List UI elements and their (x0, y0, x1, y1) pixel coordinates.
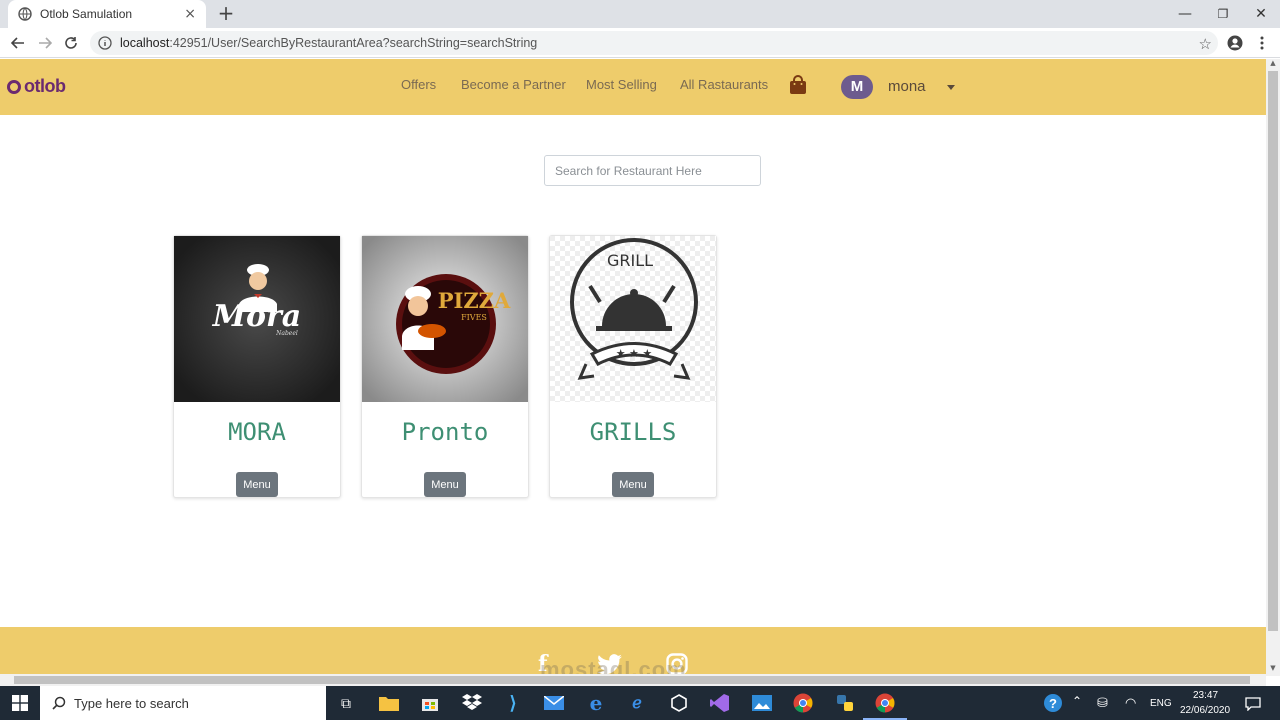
clock-time[interactable]: 23:47 (1193, 690, 1218, 701)
globe-icon (18, 7, 32, 21)
chrome-active-icon[interactable] (863, 690, 907, 720)
taskbar-search-box[interactable]: Type here to search (40, 686, 326, 720)
clock-date[interactable]: 22/06/2020 (1180, 705, 1230, 716)
network-drive-icon[interactable]: ⛁ (1097, 695, 1108, 711)
svg-text:PIZZA: PIZZA (438, 288, 511, 313)
url-bar[interactable]: localhost:42951/User/SearchByRestaurantA… (90, 31, 1218, 55)
username-label[interactable]: mona (888, 78, 926, 95)
visual-studio-code-icon[interactable]: ⟩ (500, 690, 526, 716)
notification-icon[interactable] (1240, 691, 1266, 717)
menu-button-pronto[interactable]: Menu (424, 472, 466, 497)
restaurant-logo-mora: Mora Nabeel (174, 236, 340, 402)
taskbar-search-placeholder: Type here to search (74, 695, 189, 711)
horizontal-scrollbar[interactable] (0, 674, 1266, 686)
site-navbar: otlob Offers Become a Partner Most Selli… (0, 59, 1266, 115)
profile-button[interactable] (1225, 33, 1245, 53)
chrome-icon[interactable] (790, 690, 816, 716)
arrow-right-icon (39, 37, 52, 49)
svg-text:?: ? (1049, 696, 1057, 711)
file-explorer-icon[interactable] (376, 690, 402, 716)
svg-text:Mora: Mora (212, 299, 301, 334)
new-tab-button[interactable]: + (216, 3, 236, 23)
info-icon (98, 36, 112, 50)
close-icon[interactable]: × (184, 6, 196, 22)
scroll-down-icon[interactable]: ▼ (1266, 664, 1280, 676)
account-circle-icon (1227, 35, 1243, 51)
edge-icon[interactable]: e (583, 690, 609, 716)
address-toolbar: localhost:42951/User/SearchByRestaurantA… (0, 28, 1280, 58)
mail-icon[interactable] (541, 690, 567, 716)
otlob-logo[interactable]: otlob (7, 76, 66, 97)
scroll-up-icon[interactable]: ▲ (1266, 59, 1280, 71)
browser-menu-button[interactable] (1252, 33, 1272, 53)
shopping-bag-icon[interactable] (789, 75, 807, 95)
browser-tab-strip: Otlob Samulation × + — ❐ ✕ (0, 0, 1280, 28)
user-avatar[interactable]: M (841, 75, 873, 99)
more-vertical-icon (1260, 36, 1264, 50)
browser-tab[interactable]: Otlob Samulation × (8, 0, 206, 28)
language-indicator[interactable]: ENG (1150, 698, 1172, 709)
nav-become-partner[interactable]: Become a Partner (461, 77, 566, 92)
internet-explorer-icon[interactable]: ℯ (624, 690, 650, 716)
vertical-scrollbar[interactable]: ▲ ▼ (1266, 59, 1280, 676)
url-text: localhost:42951/User/SearchByRestaurantA… (120, 36, 538, 50)
minimize-button[interactable]: — (1166, 0, 1204, 28)
svg-text:GRILL: GRILL (607, 251, 653, 270)
menu-button-mora[interactable]: Menu (236, 472, 278, 497)
reload-button[interactable] (61, 33, 81, 53)
wifi-icon[interactable]: ◠ (1125, 695, 1136, 711)
reload-icon (65, 37, 77, 49)
nav-offers[interactable]: Offers (401, 77, 436, 92)
visual-studio-icon[interactable] (707, 690, 733, 716)
dropbox-icon[interactable] (459, 690, 485, 716)
svg-text:Nabeel: Nabeel (275, 330, 298, 337)
restore-button[interactable]: ❐ (1204, 0, 1242, 28)
svg-text:★ ★ ★: ★ ★ ★ (616, 347, 653, 360)
tray-expand-icon[interactable]: ⌃ (1072, 694, 1082, 708)
tab-title: Otlob Samulation (40, 7, 133, 21)
help-icon[interactable]: ? (1040, 690, 1066, 716)
restaurant-logo-pronto: PIZZA FIVES (362, 236, 528, 402)
start-button[interactable] (0, 686, 40, 720)
svg-text:FIVES: FIVES (461, 313, 487, 322)
scrollbar-thumb[interactable] (1268, 71, 1278, 631)
site-footer: f mostaql.com (0, 627, 1266, 676)
restaurant-card-pronto: PIZZA FIVES Pronto Menu (361, 235, 529, 498)
windows-logo-icon (12, 695, 28, 711)
store-icon[interactable] (417, 690, 443, 716)
back-button[interactable] (8, 33, 28, 53)
restaurant-name: MORA (228, 418, 286, 446)
nav-most-selling[interactable]: Most Selling (586, 77, 657, 92)
windows-taskbar: Type here to search ⧉ ⟩ e ℯ ? ⌃ ⛁ ◠ ENG … (0, 686, 1280, 720)
unity-icon[interactable] (666, 690, 692, 716)
chevron-down-icon[interactable] (947, 85, 955, 90)
restaurant-logo-grills: GRILL ★ ★ ★ (550, 236, 716, 402)
window-close-button[interactable]: ✕ (1242, 0, 1280, 28)
forward-button[interactable] (35, 33, 55, 53)
search-icon (52, 696, 66, 710)
restaurant-name: GRILLS (589, 418, 677, 446)
photos-icon[interactable] (749, 690, 775, 716)
nav-all-restaurants[interactable]: All Rastaurants (680, 77, 768, 92)
menu-button-grills[interactable]: Menu (612, 472, 654, 497)
arrow-left-icon (11, 37, 24, 49)
restaurant-search-input[interactable] (544, 155, 761, 186)
bookmark-star-icon[interactable]: ☆ (1199, 35, 1212, 53)
restaurant-name: Pronto (401, 418, 489, 446)
task-view-icon[interactable]: ⧉ (333, 690, 359, 716)
restaurant-card-grills: GRILL ★ ★ ★ GRILLS Menu (549, 235, 717, 498)
scrollbar-thumb[interactable] (14, 676, 1250, 684)
page-viewport: otlob Offers Become a Partner Most Selli… (0, 59, 1266, 676)
logo-ring-icon (7, 79, 21, 94)
restaurant-card-mora: Mora Nabeel MORA Menu (173, 235, 341, 498)
python-icon[interactable] (832, 690, 858, 716)
